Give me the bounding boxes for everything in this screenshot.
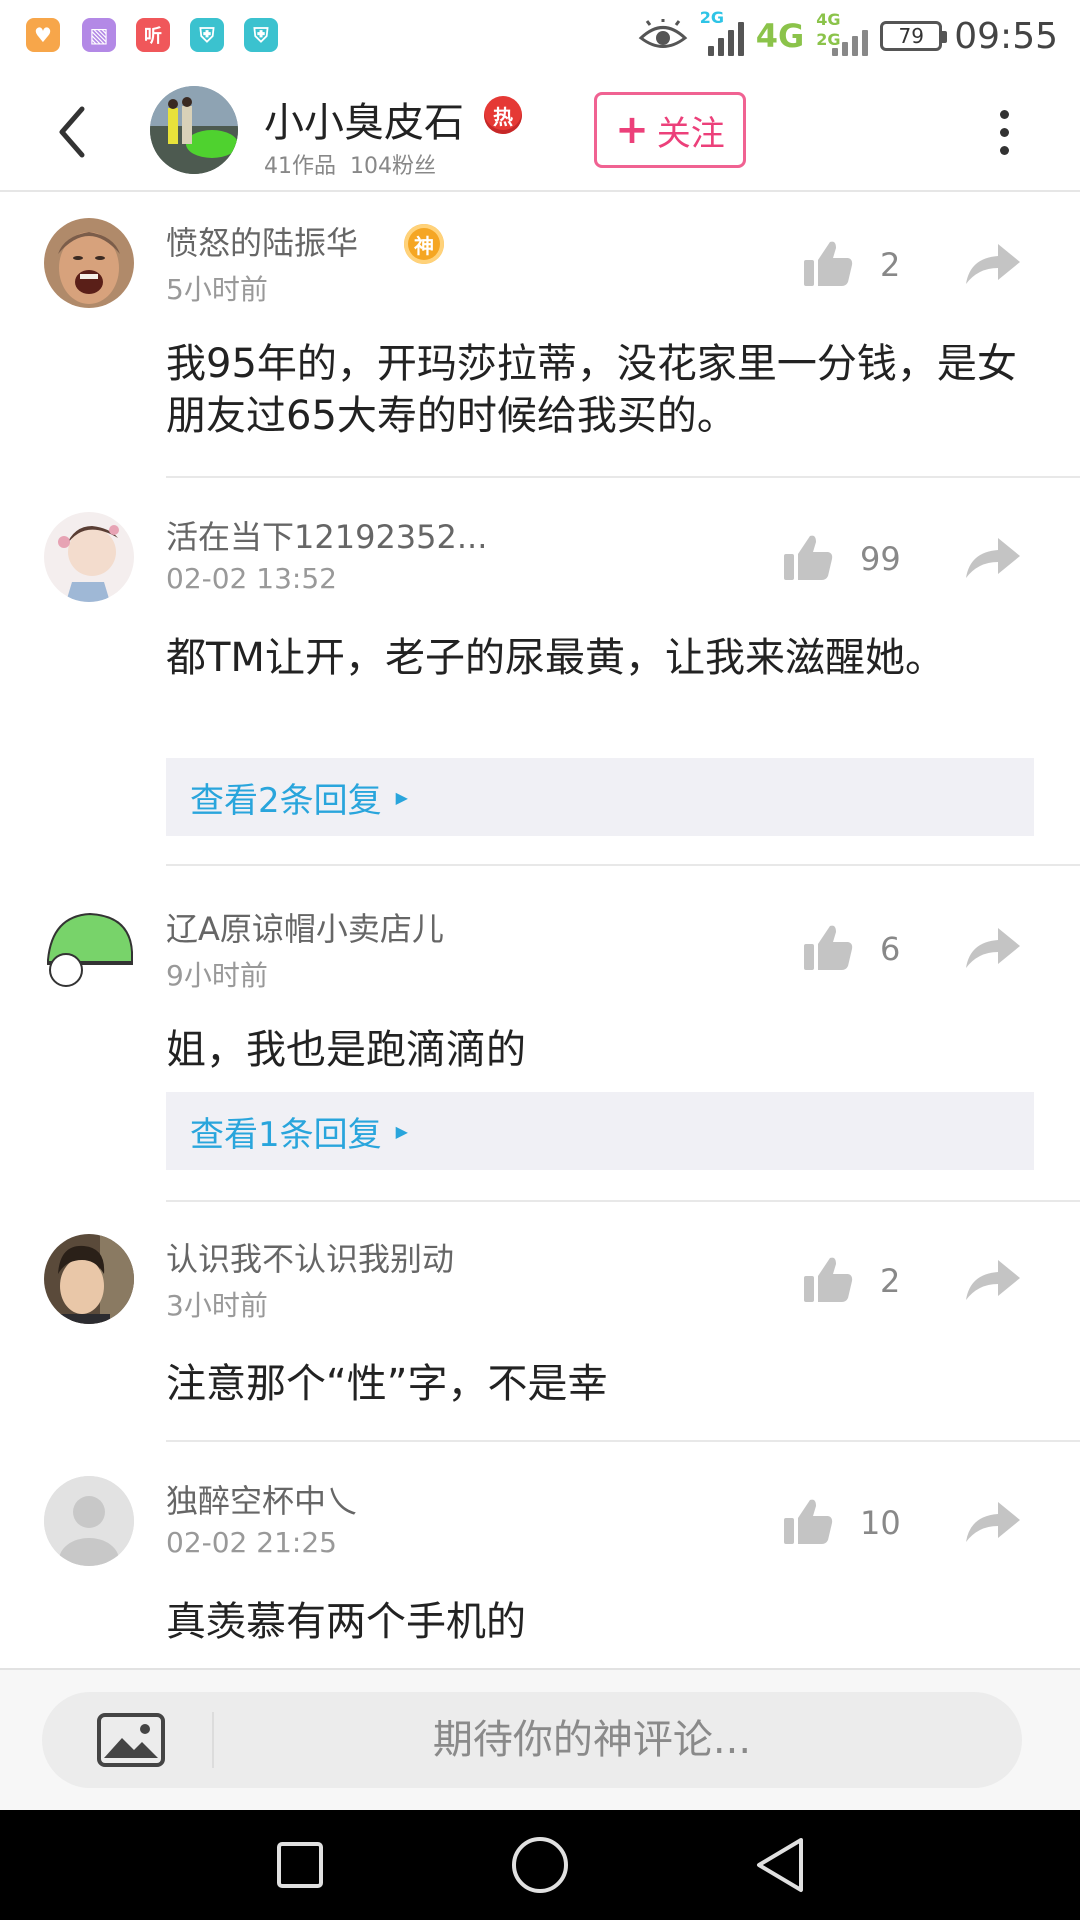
god-comment-badge-icon: 神	[404, 224, 444, 264]
comment-input-bar: 期待你的神评论...	[0, 1668, 1080, 1810]
author-header: 小小臭皮石 热 41作品 104粉丝 + 关注	[0, 72, 1080, 192]
avatar-image	[44, 1234, 134, 1324]
signal-bars-icon-2	[832, 22, 869, 56]
like-count: 99	[860, 540, 901, 578]
view-replies-label: 查看1条回复	[190, 1114, 382, 1155]
comment-item: 独醉空杯中乀 02-02 21:25 10 真羡慕有两个手机的	[0, 1442, 1080, 1668]
comment-text: 姐，我也是跑滴滴的	[166, 1027, 526, 1073]
author-avatar-image	[150, 86, 238, 174]
comment-input-placeholder: 期待你的神评论...	[432, 1717, 752, 1763]
author-name[interactable]: 小小臭皮石	[264, 90, 464, 148]
thumbs-up-icon[interactable]	[802, 238, 854, 290]
author-works-count: 41作品	[264, 154, 336, 179]
commenter-name[interactable]: 认识我不认识我别动	[166, 1234, 454, 1280]
net-type-4g: 4G	[755, 17, 805, 55]
chevron-left-icon	[59, 106, 85, 158]
follow-button[interactable]: + 关注	[594, 92, 746, 168]
input-separator	[212, 1712, 214, 1768]
comment-item: 愤怒的陆振华 神 5小时前 2 我95年的，开玛莎拉蒂，没花家里一分钱，是女朋友…	[0, 192, 1080, 478]
commenter-avatar[interactable]	[44, 1234, 134, 1324]
view-replies-label: 查看2条回复	[190, 780, 382, 821]
commenter-name[interactable]: 愤怒的陆振华	[166, 218, 358, 264]
signal-sim2: 4G 2G	[816, 12, 869, 58]
author-fans-count: 104粉丝	[350, 154, 436, 179]
comment-item: 认识我不认识我别动 3小时前 2 注意那个“性”字，不是幸	[0, 1202, 1080, 1442]
eye-icon	[638, 19, 688, 48]
author-stats: 41作品 104粉丝	[264, 148, 436, 180]
health-app-icon: ♥	[26, 18, 60, 52]
status-bar: ♥ ▧ 听 ⛨ ⛨ 2G 4G 4G 2G 79 09:55	[0, 0, 1080, 72]
comment-item: 活在当下12192352... 02-02 13:52 99 都TM让开，老子的…	[0, 478, 1080, 866]
like-count: 10	[860, 1504, 901, 1542]
view-replies-button[interactable]: 查看2条回复 ▶	[166, 758, 1034, 836]
home-button[interactable]	[510, 1835, 570, 1895]
comment-text: 真羡慕有两个手机的	[166, 1599, 526, 1645]
share-arrow-icon[interactable]	[962, 1496, 1022, 1546]
like-count: 6	[880, 930, 901, 968]
system-back-button[interactable]	[750, 1835, 810, 1895]
signal-bars-icon	[707, 22, 744, 56]
plus-icon: +	[615, 107, 649, 153]
commenter-avatar[interactable]	[44, 218, 134, 308]
back-button[interactable]	[40, 100, 104, 164]
chevron-right-icon: ▶	[395, 1121, 408, 1141]
comment-text: 我95年的，开玛莎拉蒂，没花家里一分钱，是女朋友过65大寿的时候给我买的。	[166, 341, 1017, 439]
commenter-avatar[interactable]	[44, 512, 134, 602]
author-avatar[interactable]	[150, 86, 238, 174]
comment-time: 9小时前	[166, 959, 268, 992]
share-arrow-icon[interactable]	[962, 922, 1022, 972]
like-count: 2	[880, 1262, 901, 1300]
comment-time: 5小时前	[166, 273, 268, 306]
status-time: 09:55	[954, 15, 1058, 57]
more-options-button[interactable]	[984, 100, 1024, 164]
system-navigation-bar	[0, 1810, 1080, 1920]
circle-icon	[512, 1837, 568, 1893]
share-arrow-icon[interactable]	[962, 1254, 1022, 1304]
comment-text: 注意那个“性”字，不是幸	[166, 1361, 608, 1407]
more-dot-icon	[999, 145, 1009, 155]
share-arrow-icon[interactable]	[962, 532, 1022, 582]
avatar-image	[44, 512, 134, 602]
signal-sim1: 2G	[700, 10, 744, 56]
commenter-avatar[interactable]	[44, 1476, 134, 1566]
default-avatar-icon	[44, 1476, 134, 1566]
commenter-name[interactable]: 活在当下12192352...	[166, 512, 487, 558]
hot-badge-icon: 热	[484, 96, 522, 134]
triangle-back-icon	[757, 1838, 803, 1892]
thumbs-up-icon[interactable]	[782, 1496, 834, 1548]
status-indicators: 2G 4G 4G 2G 79 09:55	[638, 10, 1058, 58]
comment-time: 3小时前	[166, 1289, 268, 1322]
shield-app-icon-2: ⛨	[244, 18, 278, 52]
view-replies-button[interactable]: 查看1条回复 ▶	[166, 1092, 1034, 1170]
comment-time: 02-02 13:52	[166, 562, 337, 595]
comment-item: 辽A原谅帽小卖店儿 9小时前 6 姐，我也是跑滴滴的 查看1条回复 ▶	[0, 866, 1080, 1202]
square-icon	[277, 1842, 323, 1888]
chevron-right-icon: ▶	[395, 787, 408, 807]
gallery-app-icon: ▧	[82, 18, 116, 52]
comment-text: 都TM让开，老子的尿最黄，让我来滋醒她。	[166, 635, 945, 681]
commenter-name[interactable]: 独醉空杯中乀	[166, 1476, 358, 1522]
image-picker-icon[interactable]	[96, 1712, 166, 1768]
avatar-image	[44, 218, 134, 308]
recent-apps-button[interactable]	[270, 1835, 330, 1895]
follow-label: 关注	[656, 113, 725, 154]
more-dot-icon	[999, 109, 1009, 119]
comment-input-field[interactable]: 期待你的神评论...	[42, 1692, 1022, 1788]
avatar-image	[44, 904, 134, 994]
comment-time: 02-02 21:25	[166, 1526, 337, 1559]
share-arrow-icon[interactable]	[962, 238, 1022, 288]
net-type-4g-block: 4G	[756, 17, 805, 55]
commenter-name[interactable]: 辽A原谅帽小卖店儿	[166, 904, 444, 950]
thumbs-up-icon[interactable]	[782, 532, 834, 584]
like-count: 2	[880, 246, 901, 284]
shield-app-icon: ⛨	[190, 18, 224, 52]
thumbs-up-icon[interactable]	[802, 1254, 854, 1306]
listen-app-icon: 听	[136, 18, 170, 52]
thumbs-up-icon[interactable]	[802, 922, 854, 974]
commenter-avatar[interactable]	[44, 904, 134, 994]
battery-indicator: 79	[880, 21, 948, 51]
more-dot-icon	[999, 127, 1009, 137]
